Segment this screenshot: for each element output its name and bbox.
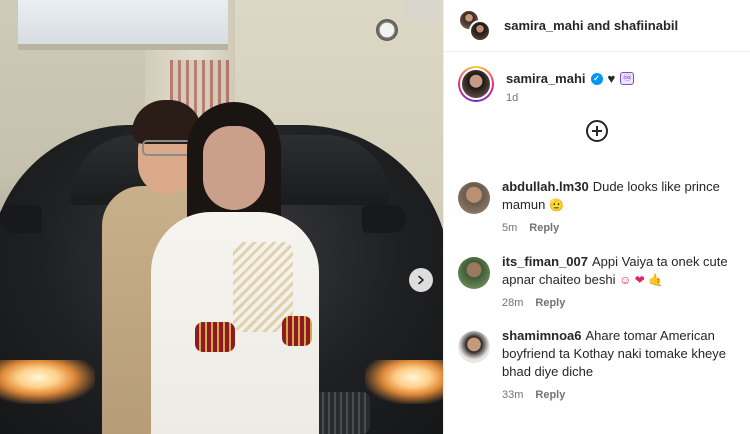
carousel-next-button[interactable] <box>409 268 433 292</box>
chevron-right-icon <box>418 275 424 285</box>
verified-badge-icon: ✓ <box>590 72 603 85</box>
reply-button[interactable]: Reply <box>535 389 565 401</box>
comments-list: abdullah.lm30 Dude looks like prince mamu… <box>444 178 750 401</box>
photo-window <box>18 0 228 50</box>
caption-line: samira_mahi ✓ ♥ ♾ <box>506 71 635 86</box>
comment-text: its_fiman_007 Appi Vaiya ta onek cute apn… <box>502 253 737 289</box>
caption-username[interactable]: samira_mahi <box>506 71 586 86</box>
caption-heart: ♥ <box>607 71 616 86</box>
comment-text: abdullah.lm30 Dude looks like prince mamu… <box>502 178 737 214</box>
photo-car-headlight-right <box>365 360 443 404</box>
comment-meta: 33m Reply <box>502 389 737 401</box>
caption-body: samira_mahi ✓ ♥ ♾ 1d <box>506 66 635 104</box>
photo-cctv <box>404 0 440 22</box>
comment-username[interactable]: shamimnoa6 <box>502 328 581 343</box>
comment-body: its_fiman_007 Appi Vaiya ta onek cute apn… <box>502 253 737 309</box>
comment-item: its_fiman_007 Appi Vaiya ta onek cute apn… <box>444 253 750 309</box>
avatar <box>460 68 492 100</box>
photo-car-headlight-left <box>0 360 95 404</box>
avatar[interactable] <box>458 257 490 289</box>
photo-woman <box>145 102 320 434</box>
comment-item: shamimnoa6 Ahare tomar American boyfriend… <box>444 327 750 401</box>
photo-car-mirror-left <box>0 205 42 233</box>
comment-text: shamimnoa6 Ahare tomar American boyfriend… <box>502 327 737 381</box>
caption-infinity-emoji: ♾ <box>620 72 635 85</box>
post-caption: samira_mahi ✓ ♥ ♾ 1d <box>444 52 750 104</box>
reply-button[interactable]: Reply <box>529 222 559 234</box>
post-side-panel: samira_mahi and shafiinabil samira_mahi … <box>443 0 750 434</box>
comment-meta: 28m Reply <box>502 297 737 309</box>
add-comment-row <box>444 120 750 142</box>
avatar <box>469 19 491 42</box>
comment-time[interactable]: 28m <box>502 297 523 309</box>
comment-body: abdullah.lm30 Dude looks like prince mamu… <box>502 178 737 234</box>
reply-button[interactable]: Reply <box>535 297 565 309</box>
post-photo[interactable] <box>0 0 443 434</box>
comment-item: abdullah.lm30 Dude looks like prince mamu… <box>444 178 750 234</box>
photo-car-mirror-right <box>362 205 406 233</box>
photo-wall-clock <box>376 19 398 41</box>
post-header: samira_mahi and shafiinabil <box>444 0 750 52</box>
post-viewer: samira_mahi and shafiinabil samira_mahi … <box>0 0 750 434</box>
comment-body: shamimnoa6 Ahare tomar American boyfriend… <box>502 327 737 401</box>
caption-timestamp[interactable]: 1d <box>506 92 634 104</box>
comment-emoji: ☺ ❤ 🤙 <box>619 273 664 287</box>
bangles-left <box>195 322 235 352</box>
bangles-right <box>282 316 312 346</box>
collab-avatars[interactable] <box>458 8 492 43</box>
comment-username[interactable]: its_fiman_007 <box>502 254 588 269</box>
avatar[interactable] <box>458 182 490 214</box>
collab-usernames[interactable]: samira_mahi and shafiinabil <box>504 18 678 33</box>
caption-avatar[interactable] <box>458 66 494 102</box>
woman-face <box>203 126 265 210</box>
plus-circle-icon[interactable] <box>586 120 608 142</box>
comment-meta: 5m Reply <box>502 222 737 234</box>
comment-emoji: 🫡 <box>548 198 564 212</box>
comment-username[interactable]: abdullah.lm30 <box>502 179 589 194</box>
comment-time[interactable]: 5m <box>502 222 517 234</box>
avatar[interactable] <box>458 331 490 363</box>
comment-time[interactable]: 33m <box>502 389 523 401</box>
